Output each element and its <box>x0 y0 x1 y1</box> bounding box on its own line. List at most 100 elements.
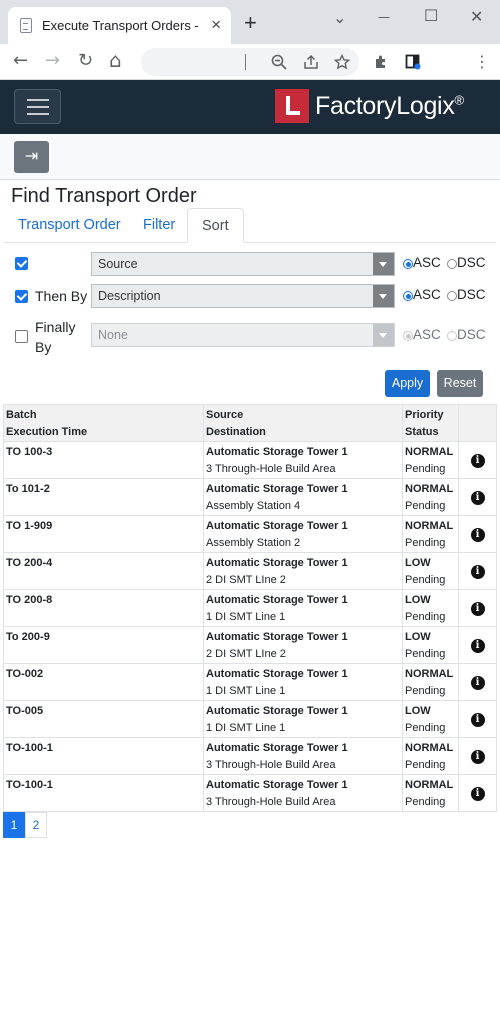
asc-label: ASC <box>413 255 441 270</box>
status-text: Pending <box>405 537 446 549</box>
forward-icon[interactable]: → <box>45 50 60 71</box>
browser-toolbar: ← → ↻ ⌂ ⋮ <box>0 44 500 80</box>
new-tab-button[interactable]: + <box>244 12 257 34</box>
source-destination-cell: Automatic Storage Tower 1 1 DI SMT Line 1 <box>203 663 403 701</box>
source-destination-cell: Automatic Storage Tower 1 3 Through-Hole … <box>203 774 403 812</box>
hamburger-menu-button[interactable] <box>14 89 61 124</box>
profile-icon[interactable] <box>405 54 421 70</box>
page-1-button[interactable]: 1 <box>3 812 25 838</box>
sort-tertiary-select[interactable]: None <box>91 323 395 347</box>
sort-secondary-select[interactable]: Description <box>91 284 395 308</box>
source-destination-cell: Automatic Storage Tower 1 3 Through-Hole … <box>203 737 403 775</box>
sort-primary-checkbox[interactable] <box>15 257 28 270</box>
priority-status-cell: LOW Pending <box>402 700 459 738</box>
source-text: Automatic Storage Tower 1 <box>206 483 348 495</box>
info-icon[interactable]: i <box>470 786 485 801</box>
source-text: Automatic Storage Tower 1 <box>206 742 348 754</box>
table-row[interactable]: TO 1-909 Automatic Storage Tower 1 Assembl… <box>3 515 497 553</box>
batch-cell: To 200-9 <box>3 626 204 664</box>
browser-tab[interactable]: Execute Transport Orders - FactoryLogix … <box>8 7 231 44</box>
info-icon[interactable]: i <box>470 675 485 690</box>
extensions-icon[interactable] <box>373 54 389 70</box>
source-text: Automatic Storage Tower 1 <box>206 631 348 643</box>
maximize-button[interactable]: ☐ <box>424 6 438 25</box>
destination-text: 3 Through-Hole Build Area <box>206 463 336 475</box>
tab-search-chevron-icon[interactable]: ⌄ <box>333 8 346 27</box>
page-2-button[interactable]: 2 <box>25 812 47 838</box>
minimize-button[interactable]: — <box>378 10 390 24</box>
sort-tertiary-asc-radio[interactable] <box>403 331 413 341</box>
priority-text: NORMAL <box>405 520 454 532</box>
priority-text: LOW <box>405 631 431 643</box>
table-row[interactable]: To 200-9 Automatic Storage Tower 1 2 DI SM… <box>3 626 497 664</box>
header-priority: Priority Status <box>402 404 459 442</box>
priority-text: LOW <box>405 557 431 569</box>
actions-cell: i <box>458 737 497 775</box>
table-row[interactable]: TO 200-8 Automatic Storage Tower 1 1 DI SM… <box>3 589 497 627</box>
priority-status-cell: NORMAL Pending <box>402 515 459 553</box>
sort-tertiary-checkbox[interactable] <box>15 330 28 343</box>
priority-status-cell: LOW Pending <box>402 552 459 590</box>
source-text: Automatic Storage Tower 1 <box>206 520 348 532</box>
close-tab-icon[interactable]: × <box>211 16 221 33</box>
info-icon[interactable]: i <box>470 453 485 468</box>
browser-title-bar: Execute Transport Orders - FactoryLogix … <box>0 0 500 44</box>
destination-text: Assembly Station 2 <box>206 537 301 549</box>
back-icon[interactable]: ← <box>13 50 28 71</box>
bookmark-star-icon[interactable] <box>334 54 350 70</box>
table-row[interactable]: TO 100-3 Automatic Storage Tower 1 3 Throu… <box>3 441 497 479</box>
info-icon[interactable]: i <box>470 749 485 764</box>
logo-mark-icon <box>275 89 309 123</box>
priority-status-cell: NORMAL Pending <box>402 663 459 701</box>
batch-cell: TO-002 <box>3 663 204 701</box>
chevron-down-icon <box>373 285 394 307</box>
page-title: Find Transport Order <box>11 185 197 207</box>
info-icon[interactable]: i <box>470 601 485 616</box>
browser-menu-icon[interactable]: ⋮ <box>474 52 490 71</box>
reload-icon[interactable]: ↻ <box>78 50 93 71</box>
table-row[interactable]: TO-005 Automatic Storage Tower 1 1 DI SMT … <box>3 700 497 738</box>
destination-text: 1 DI SMT Line 1 <box>206 611 286 623</box>
apply-button[interactable]: Apply <box>385 370 430 397</box>
zoom-out-icon[interactable] <box>271 54 287 70</box>
table-body: TO 100-3 Automatic Storage Tower 13 Throu… <box>3 441 497 812</box>
sort-primary-select[interactable]: Source <box>91 252 395 276</box>
expand-sidebar-button[interactable]: ⇥ <box>14 141 49 173</box>
info-icon[interactable]: i <box>470 712 485 727</box>
tab-filter[interactable]: Filter <box>129 208 189 243</box>
chevron-down-icon <box>373 324 394 346</box>
sort-row-primary: Source ASC DSC <box>0 251 500 277</box>
info-icon[interactable]: i <box>470 527 485 542</box>
tab-sort[interactable]: Sort <box>187 208 244 243</box>
info-icon[interactable]: i <box>470 564 485 579</box>
sort-primary-asc-radio[interactable] <box>403 259 413 269</box>
sort-secondary-dsc-radio[interactable] <box>447 291 457 301</box>
table-row[interactable]: TO-100-1 Automatic Storage Tower 1 3 Throu… <box>3 774 497 812</box>
actions-cell: i <box>458 700 497 738</box>
priority-status-cell: LOW Pending <box>402 589 459 627</box>
info-icon[interactable]: i <box>470 638 485 653</box>
share-icon[interactable] <box>303 54 319 70</box>
sort-secondary-checkbox[interactable] <box>15 290 28 303</box>
source-destination-cell: Automatic Storage Tower 1 3 Through-Hole … <box>203 441 403 479</box>
table-row[interactable]: TO-002 Automatic Storage Tower 1 1 DI SMT … <box>3 663 497 701</box>
close-window-button[interactable]: ✕ <box>470 7 483 26</box>
info-icon[interactable]: i <box>470 490 485 505</box>
table-row[interactable]: TO-100-1 Automatic Storage Tower 1 3 Throu… <box>3 737 497 775</box>
reset-button[interactable]: Reset <box>437 370 483 397</box>
table-row[interactable]: To 101-2 Automatic Storage Tower 1 Assembl… <box>3 478 497 516</box>
actions-cell: i <box>458 589 497 627</box>
sort-tertiary-dsc-radio[interactable] <box>447 331 457 341</box>
destination-text: 1 DI SMT Line 1 <box>206 685 286 697</box>
table-row[interactable]: TO 200-4 Automatic Storage Tower 1 2 DI SM… <box>3 552 497 590</box>
chevron-down-icon <box>373 253 394 275</box>
actions-cell: i <box>458 515 497 553</box>
address-bar[interactable] <box>141 48 359 76</box>
sort-secondary-asc-radio[interactable] <box>403 291 413 301</box>
sort-primary-dsc-radio[interactable] <box>447 259 457 269</box>
home-icon[interactable]: ⌂ <box>109 48 122 72</box>
tab-transport-order[interactable]: Transport Order <box>4 208 135 243</box>
batch-cell: TO 200-8 <box>3 589 204 627</box>
status-text: Pending <box>405 500 446 512</box>
hamburger-line <box>27 106 49 108</box>
